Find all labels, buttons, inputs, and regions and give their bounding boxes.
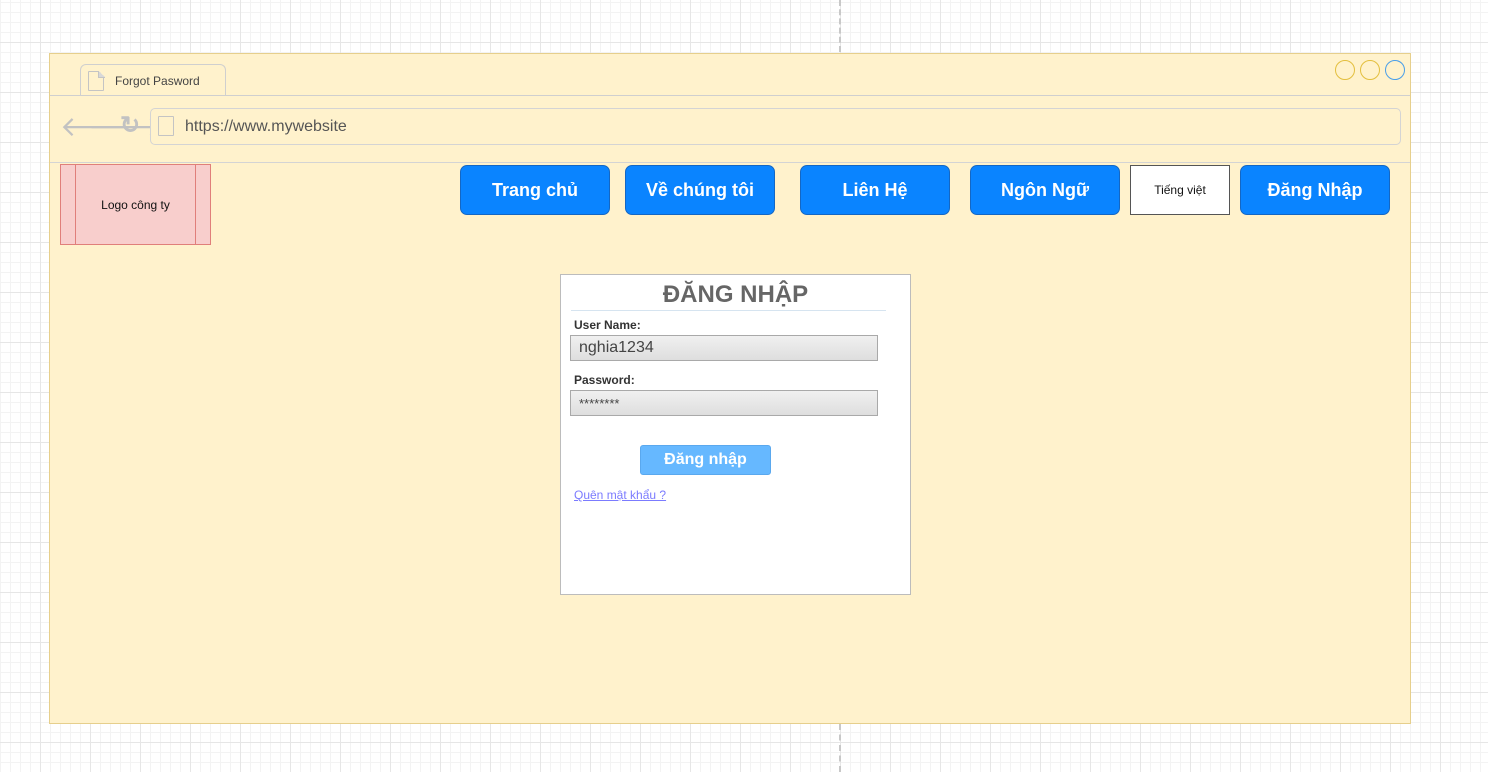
nav-about-button[interactable]: Về chúng tôi [625,165,775,215]
password-input[interactable] [570,390,878,416]
company-logo[interactable]: Logo công ty [60,164,211,245]
close-icon[interactable] [1385,60,1405,80]
minimize-icon[interactable] [1335,60,1355,80]
browser-window: Forgot Pasword 🡐 🡒 ↻ https://www.mywebsi… [49,53,1411,724]
address-bar[interactable]: https://www.mywebsite [150,108,1401,145]
page-icon [158,116,174,136]
title-divider [571,310,886,311]
nav-contact-button[interactable]: Liên Hệ [800,165,950,215]
login-title: ĐĂNG NHẬP [662,281,809,308]
language-select[interactable]: Tiếng việt [1130,165,1230,215]
forgot-password-link[interactable]: Quên mật khẩu ? [574,488,666,502]
guide-line-bottom [839,724,841,772]
tab-divider [50,95,1410,96]
username-label: User Name: [574,318,641,332]
browser-tab[interactable]: Forgot Pasword [80,64,226,96]
nav-login-button[interactable]: Đăng Nhập [1240,165,1390,215]
username-input[interactable] [570,335,878,361]
login-form: ĐĂNG NHẬP User Name: Password: Đăng nhập… [560,274,911,595]
maximize-icon[interactable] [1360,60,1380,80]
tab-title: Forgot Pasword [115,74,200,88]
password-label: Password: [574,373,635,387]
guide-line-top [839,0,841,52]
nav-home-button[interactable]: Trang chủ [460,165,610,215]
login-submit-button[interactable]: Đăng nhập [640,445,771,475]
nav-language-button[interactable]: Ngôn Ngữ [970,165,1120,215]
reload-icon[interactable]: ↻ [120,114,140,138]
page-icon [88,70,105,91]
url-text: https://www.mywebsite [185,118,347,135]
logo-text: Logo công ty [101,198,170,212]
toolbar-divider [50,162,1410,163]
